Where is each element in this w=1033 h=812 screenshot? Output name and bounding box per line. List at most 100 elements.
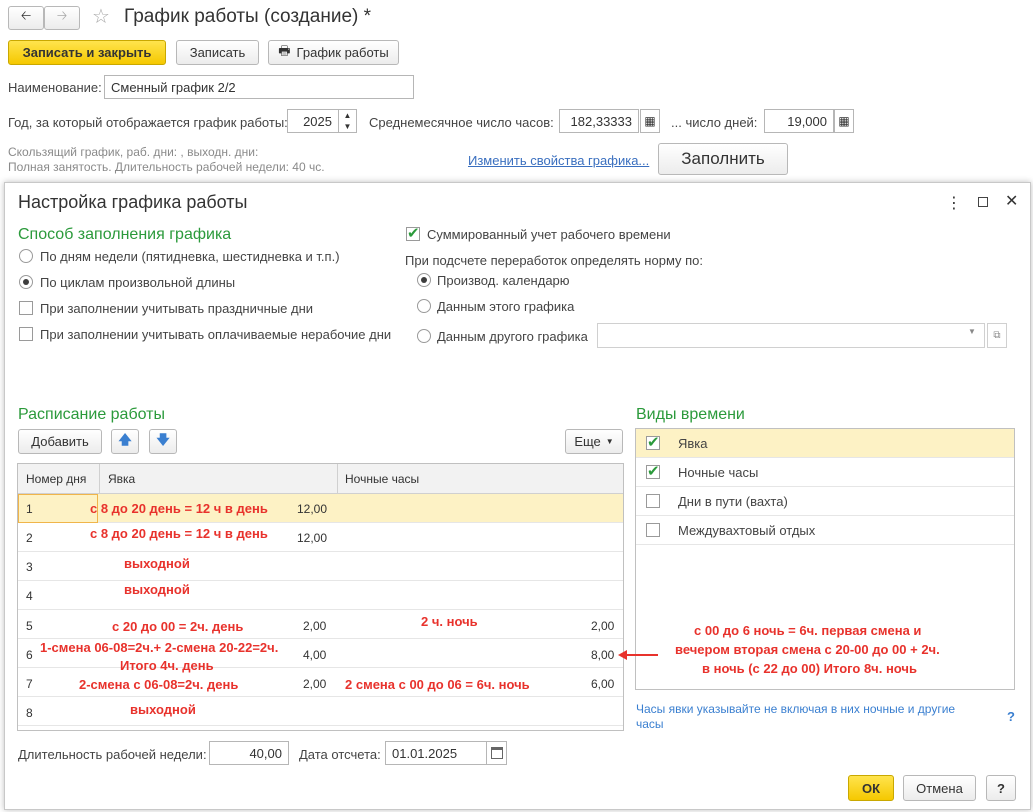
- name-label: Наименование:: [8, 80, 102, 95]
- forward-button[interactable]: 🡢: [44, 6, 80, 30]
- year-label: Год, за который отображается график рабо…: [8, 115, 288, 130]
- annotation-row5-night: 2 ч. ночь: [421, 614, 478, 629]
- arrow-down-icon: 🡇: [156, 431, 170, 447]
- printer-icon: 🖶: [278, 42, 291, 58]
- annotation-row6-line2: Итого 4ч. день: [120, 658, 214, 673]
- annotation-row1: с 8 до 20 день = 12 ч в день: [90, 501, 268, 516]
- col-header-day[interactable]: Номер дня: [26, 472, 86, 486]
- calendar-icon: [491, 747, 503, 759]
- annotation-row8: выходной: [130, 702, 196, 717]
- window-title: График работы (создание) *: [124, 6, 372, 27]
- schedule-print-button[interactable]: 🖶 График работы: [268, 40, 399, 65]
- cell-day: 4: [26, 589, 33, 603]
- column-divider: [99, 464, 100, 494]
- weekdays-radio-label: По дням недели (пятидневка, шестидневка …: [40, 249, 340, 264]
- arrow-left-icon: [618, 650, 658, 660]
- annotation-row6-line1: 1-смена 06-08=2ч.+ 2-смена 20-22=2ч.: [40, 640, 279, 655]
- annotation-row7-day: 2-смена с 06-08=2ч. день: [79, 677, 239, 692]
- norm-other-schedule-label: Данным другого графика: [437, 329, 588, 344]
- add-button[interactable]: Добавить: [18, 429, 102, 454]
- hint-help-icon[interactable]: ?: [1007, 709, 1015, 724]
- fill-method-title: Способ заполнения графика: [18, 226, 232, 243]
- calculator-icon[interactable]: ▦: [834, 109, 854, 133]
- time-type-checkbox[interactable]: [646, 462, 660, 480]
- move-up-button[interactable]: 🡅: [111, 429, 139, 454]
- column-divider: [337, 464, 338, 494]
- year-stepper[interactable]: ▲ ▼: [338, 109, 357, 133]
- holidays-checkbox[interactable]: [19, 301, 33, 315]
- avg-hours-label: Среднемесячное число часов:: [369, 115, 554, 130]
- arrow-right-icon: 🡢: [56, 8, 68, 23]
- weekdays-radio[interactable]: [19, 249, 33, 263]
- stepper-down-icon[interactable]: ▼: [339, 121, 356, 132]
- arrow-left-icon: 🡠: [20, 8, 32, 23]
- change-properties-link[interactable]: Изменить свойства графика...: [468, 153, 649, 168]
- annotation-row4: выходной: [124, 582, 190, 597]
- open-icon[interactable]: ⧉: [987, 323, 1007, 348]
- annotation-side-line1: с 00 до 6 ночь = 6ч. первая смена и: [694, 623, 922, 638]
- time-type-label: Ночные часы: [678, 465, 759, 480]
- back-button[interactable]: 🡠: [8, 6, 44, 30]
- cell-attendance: 4,00: [303, 648, 327, 662]
- summarized-checkbox-label: Суммированный учет рабочего времени: [427, 227, 671, 242]
- cell-day: 6: [26, 648, 33, 662]
- time-type-checkbox[interactable]: [646, 433, 660, 451]
- schedule-description-line1: Скользящий график, раб. дни: , выходн. д…: [8, 145, 259, 159]
- ref-date-field[interactable]: 01.01.2025: [385, 741, 487, 765]
- cancel-button[interactable]: Отмена: [903, 775, 976, 801]
- time-type-checkbox[interactable]: [646, 494, 660, 508]
- paid-nonworking-checkbox-label: При заполнении учитывать оплачиваемые не…: [40, 327, 392, 342]
- schedule-print-label: График работы: [296, 45, 389, 60]
- table-row[interactable]: [18, 581, 623, 610]
- holidays-checkbox-label: При заполнении учитывать праздничные дни: [40, 301, 314, 316]
- name-field[interactable]: Сменный график 2/2: [104, 75, 414, 99]
- paid-nonworking-checkbox[interactable]: [19, 327, 33, 341]
- time-type-label: Дни в пути (вахта): [678, 494, 788, 509]
- annotation-side-line2: вечером вторая смена с 20-00 до 00 + 2ч.: [675, 642, 940, 657]
- cell-day: 8: [26, 706, 33, 720]
- cell-day: 7: [26, 677, 33, 691]
- cell-attendance: 12,00: [297, 531, 328, 545]
- cell-attendance: 12,00: [297, 502, 328, 516]
- norm-this-schedule-radio[interactable]: [417, 299, 431, 313]
- other-schedule-select[interactable]: [597, 323, 985, 348]
- cycles-radio-label: По циклам произвольной длины: [40, 275, 236, 290]
- save-and-close-button[interactable]: Записать и закрыть: [8, 40, 166, 65]
- time-type-label: Явка: [678, 436, 708, 451]
- cycles-radio[interactable]: [19, 275, 33, 289]
- annotation-arrow: [618, 649, 658, 661]
- more-button[interactable]: Еще ▼: [565, 429, 623, 454]
- save-button[interactable]: Записать: [176, 40, 259, 65]
- cell-night: 2,00: [591, 619, 615, 633]
- dialog-title: Настройка графика работы: [18, 192, 248, 212]
- annotation-row7-night: 2 смена с 00 до 06 = 6ч. ночь: [345, 677, 530, 692]
- calculator-icon[interactable]: ▦: [640, 109, 660, 133]
- time-type-checkbox[interactable]: [646, 523, 660, 537]
- cell-attendance: 2,00: [303, 677, 327, 691]
- stepper-up-icon[interactable]: ▲: [339, 110, 356, 121]
- favorite-star-icon[interactable]: ☆: [92, 4, 110, 29]
- col-header-attendance[interactable]: Явка: [108, 472, 135, 486]
- chevron-down-icon[interactable]: ▼: [968, 327, 976, 336]
- col-header-night[interactable]: Ночные часы: [345, 472, 419, 486]
- days-field[interactable]: 19,000: [764, 109, 834, 133]
- calendar-icon-button[interactable]: [486, 741, 507, 765]
- cell-attendance: 2,00: [303, 619, 327, 633]
- maximize-icon[interactable]: [978, 197, 988, 207]
- table-row[interactable]: [18, 552, 623, 581]
- move-down-button[interactable]: 🡇: [149, 429, 177, 454]
- more-vertical-icon[interactable]: ⋮: [946, 193, 962, 213]
- norm-other-schedule-radio[interactable]: [417, 329, 431, 343]
- year-field[interactable]: 2025: [287, 109, 339, 133]
- avg-hours-field[interactable]: 182,33333: [559, 109, 639, 133]
- schedule-description-line2: Полная занятость. Длительность рабочей н…: [8, 160, 325, 174]
- ok-button[interactable]: ОК: [848, 775, 894, 801]
- summarized-checkbox[interactable]: [406, 224, 420, 242]
- fill-button[interactable]: Заполнить: [658, 143, 788, 175]
- close-icon[interactable]: ✕: [1005, 191, 1018, 211]
- help-button[interactable]: ?: [986, 775, 1016, 801]
- table-row[interactable]: [18, 697, 623, 726]
- norm-calendar-radio[interactable]: [417, 273, 431, 287]
- norm-this-schedule-label: Данным этого графика: [437, 299, 575, 314]
- week-length-field[interactable]: 40,00: [209, 741, 289, 765]
